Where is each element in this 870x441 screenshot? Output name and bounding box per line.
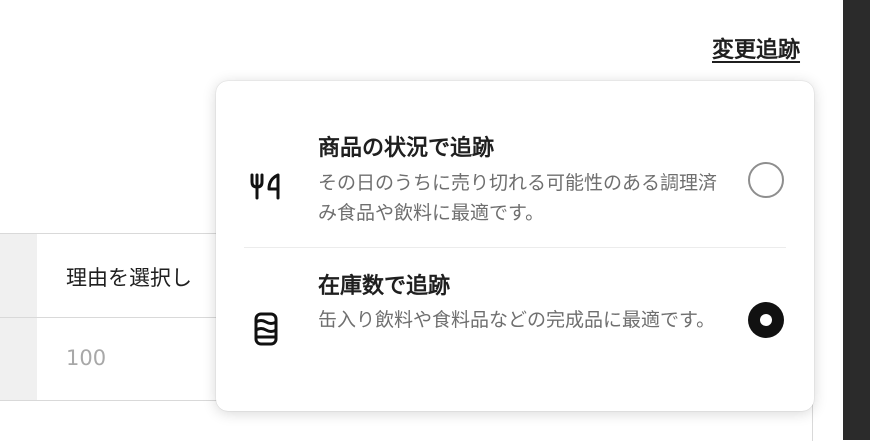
option-description: その日のうちに売り切れる可能性のある調理済み食品や飲料に最適です。: [318, 172, 718, 224]
change-tracking-link[interactable]: 変更追跡: [712, 32, 800, 64]
option-title: 商品の状況で追跡: [318, 136, 495, 161]
quantity-input[interactable]: 100: [66, 346, 106, 370]
row-label-cell: [0, 318, 37, 401]
fork-knife-icon: [250, 173, 280, 200]
option-track-by-stock-count[interactable]: 在庫数で追跡 缶入り飲料や食料品などの完成品に最適です。: [244, 248, 786, 386]
row-label-cell: [0, 234, 37, 318]
radio-unselected[interactable]: [748, 162, 784, 198]
reason-select[interactable]: 理由を選択し: [66, 262, 192, 292]
radio-selected[interactable]: [748, 302, 784, 338]
right-rail: [843, 0, 870, 440]
tracking-method-popover: 商品の状況で追跡 その日のうちに売り切れる可能性のある調理済み食品や飲料に最適で…: [216, 81, 814, 411]
option-description: 缶入り飲料や食料品などの完成品に最適です。: [318, 309, 716, 331]
option-title: 在庫数で追跡: [318, 274, 451, 299]
option-track-by-status[interactable]: 商品の状況で追跡 その日のうちに売り切れる可能性のある調理済み食品や飲料に最適で…: [244, 109, 786, 248]
canned-drink-icon: [254, 312, 278, 346]
